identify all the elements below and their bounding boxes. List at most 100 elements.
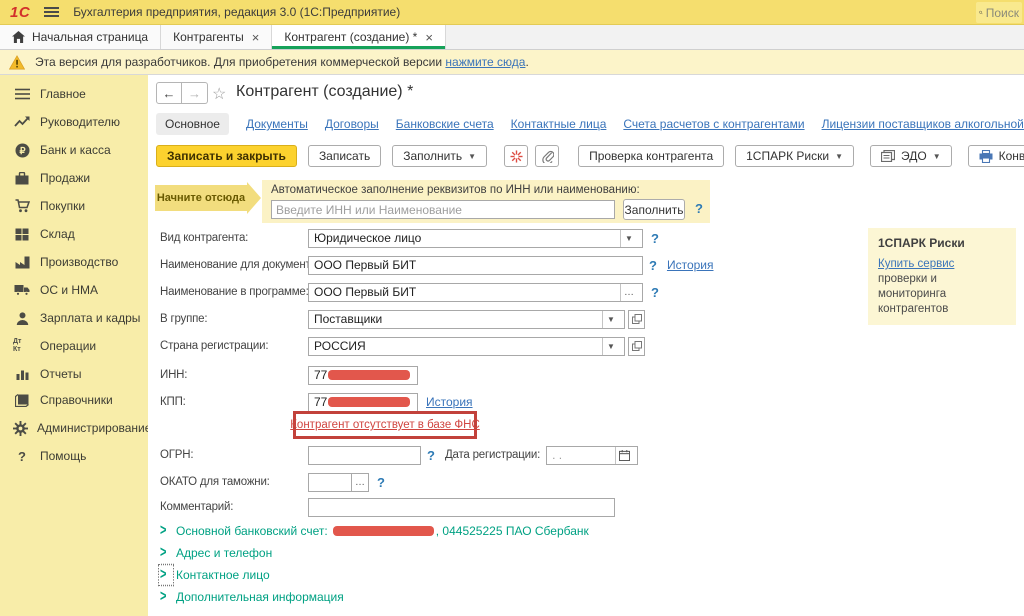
close-icon[interactable]: × — [252, 31, 260, 44]
window-title: Бухгалтерия предприятия, редакция 3.0 (1… — [73, 5, 400, 19]
name-docs-input[interactable]: ООО Первый БИТ — [308, 256, 643, 275]
sidebar-item-spravochniki[interactable]: Справочники — [0, 388, 148, 412]
printer-icon — [979, 150, 993, 163]
ellipsis-button[interactable]: … — [621, 284, 637, 301]
sidebar-item-zarplata-kadry[interactable]: Зарплата и кадры — [0, 306, 148, 330]
inn-input[interactable]: 77 — [308, 366, 418, 385]
global-search[interactable]: Поиск — [976, 2, 1022, 23]
chevron-down-icon: ▼ — [933, 152, 941, 161]
nav-osnovnoe[interactable]: Основное — [156, 113, 229, 135]
chevron-down-icon: ▼ — [468, 152, 476, 161]
spark-risks-dropdown-button[interactable]: 1СПАРК Риски▼ — [735, 145, 854, 167]
sidebar-item-glavnoe[interactable]: Главное — [0, 82, 148, 106]
redacted-inn — [328, 370, 410, 380]
save-button[interactable]: Записать — [308, 145, 381, 167]
factory-icon — [13, 256, 31, 269]
comment-input[interactable] — [308, 498, 615, 517]
back-button[interactable]: ← — [156, 82, 182, 104]
autofill-caption: Автоматическое заполнение реквизитов по … — [271, 184, 640, 196]
spark-panel-text: проверки и мониторинга контрагентов — [878, 273, 948, 315]
envelope-print-button[interactable]: Конверт — [968, 145, 1024, 167]
start-here-arrow: Начните отсюда — [155, 185, 247, 211]
briefcase-icon — [13, 172, 31, 185]
red-asterisk-icon — [510, 150, 523, 163]
kpp-input[interactable]: 77 — [308, 393, 418, 412]
name-prog-input[interactable]: ООО Первый БИТ … — [308, 283, 643, 302]
favorite-star-icon[interactable]: ☆ — [212, 84, 226, 104]
chevron-right-icon: > — [160, 589, 172, 606]
field-help[interactable]: ? — [651, 285, 659, 300]
sidebar-item-rukovoditelyu[interactable]: Руководителю — [0, 110, 148, 134]
section-contact-person[interactable]: > Контактное лицо — [160, 566, 270, 584]
spark-asterisk-button[interactable] — [504, 145, 528, 167]
save-and-close-button[interactable]: Записать и закрыть — [156, 145, 297, 167]
boxes-icon — [13, 228, 31, 241]
main-menu-icon[interactable] — [44, 5, 59, 19]
kind-select[interactable]: Юридическое лицо ▼ — [308, 229, 643, 248]
sidebar-item-prodazhi[interactable]: Продажи — [0, 166, 148, 190]
sidebar-item-pokupki[interactable]: Покупки — [0, 194, 148, 218]
dropdown-button[interactable]: ▼ — [603, 311, 619, 328]
fill-dropdown-button[interactable]: Заполнить▼ — [392, 145, 487, 167]
nav-bank-accounts[interactable]: Банковские счета — [396, 117, 494, 131]
open-item-button[interactable] — [628, 310, 645, 329]
sidebar-item-sklad[interactable]: Склад — [0, 222, 148, 246]
sidebar-item-pomosch[interactable]: ? Помощь — [0, 444, 148, 468]
section-address-phone[interactable]: > Адрес и телефон — [160, 544, 272, 562]
ellipsis-button[interactable]: … — [352, 473, 369, 492]
dt-kt-icon: Дт Кт — [13, 338, 31, 353]
tab-kontragent-creation[interactable]: Контрагент (создание) * × — [272, 25, 446, 49]
sidebar-item-administrirovanie[interactable]: Администрирование — [0, 416, 148, 440]
app-window: 1С Бухгалтерия предприятия, редакция 3.0… — [0, 0, 1024, 616]
calendar-button[interactable] — [616, 447, 632, 464]
history-nav: ← → — [156, 82, 208, 104]
nav-alcohol-licenses[interactable]: Лицензии поставщиков алкогольной продукц… — [822, 117, 1024, 131]
tab-home[interactable]: Начальная страница — [0, 25, 161, 49]
tab-label: Начальная страница — [32, 30, 148, 44]
name-history-link[interactable]: История — [667, 258, 714, 272]
close-icon[interactable]: × — [425, 31, 433, 44]
field-help[interactable]: ? — [377, 475, 385, 490]
field-help[interactable]: ? — [651, 231, 659, 246]
section-bank-account[interactable]: > Основной банковский счет: , 044525225 … — [160, 522, 589, 540]
open-item-button[interactable] — [628, 337, 645, 356]
search-icon — [979, 6, 983, 19]
dropdown-button[interactable]: ▼ — [621, 230, 637, 247]
section-additional-info[interactable]: > Дополнительная информация — [160, 588, 344, 606]
sidebar-item-operacii[interactable]: Дт Кт Операции — [0, 334, 148, 358]
field-help[interactable]: ? — [649, 258, 657, 273]
sidebar-item-proizvodstvo[interactable]: Производство — [0, 250, 148, 274]
edo-dropdown-button[interactable]: ЭДО▼ — [870, 145, 952, 167]
search-placeholder: Поиск — [986, 6, 1019, 20]
spark-panel-title: 1СПАРК Риски — [878, 236, 1006, 250]
kpp-history-link[interactable]: История — [426, 395, 473, 409]
chevron-down-icon: ▼ — [835, 152, 843, 161]
nav-dokumenty[interactable]: Документы — [246, 117, 308, 131]
ogrn-input[interactable] — [308, 446, 421, 465]
autofill-fill-button[interactable]: Заполнить — [623, 199, 685, 220]
reg-date-input[interactable]: . . — [546, 446, 638, 465]
fns-warning-link[interactable]: Контрагент отсутствует в базе ФНС — [290, 419, 480, 431]
field-help[interactable]: ? — [427, 448, 435, 463]
check-counterparty-button[interactable]: Проверка контрагента — [578, 145, 724, 167]
sidebar-item-bank-kassa[interactable]: ₽ Банк и касса — [0, 138, 148, 162]
edo-doc-icon — [881, 150, 895, 162]
autofill-help[interactable]: ? — [695, 201, 703, 216]
inn-name-search-input[interactable] — [271, 200, 615, 219]
forward-button[interactable]: → — [182, 82, 208, 104]
buy-service-link[interactable]: Купить сервис — [878, 258, 954, 270]
tab-kontragenty[interactable]: Контрагенты × — [161, 25, 272, 49]
sidebar-item-os-nma[interactable]: ОС и НМА — [0, 278, 148, 302]
country-select[interactable]: РОССИЯ ▼ — [308, 337, 625, 356]
okato-input[interactable] — [308, 473, 352, 492]
nav-contact-persons[interactable]: Контактные лица — [511, 117, 607, 131]
nav-settlement-accounts[interactable]: Счета расчетов с контрагентами — [623, 117, 804, 131]
attachments-button[interactable] — [535, 145, 559, 167]
banner-buy-link[interactable]: нажмите сюда — [445, 55, 525, 69]
menu-lines-icon — [13, 88, 31, 100]
dropdown-button[interactable]: ▼ — [603, 338, 619, 355]
sidebar-item-otchety[interactable]: Отчеты — [0, 362, 148, 386]
main-content: ← → ☆ Контрагент (создание) * Основное Д… — [148, 75, 1024, 616]
group-select[interactable]: Поставщики ▼ — [308, 310, 625, 329]
nav-dogovory[interactable]: Договоры — [325, 117, 379, 131]
